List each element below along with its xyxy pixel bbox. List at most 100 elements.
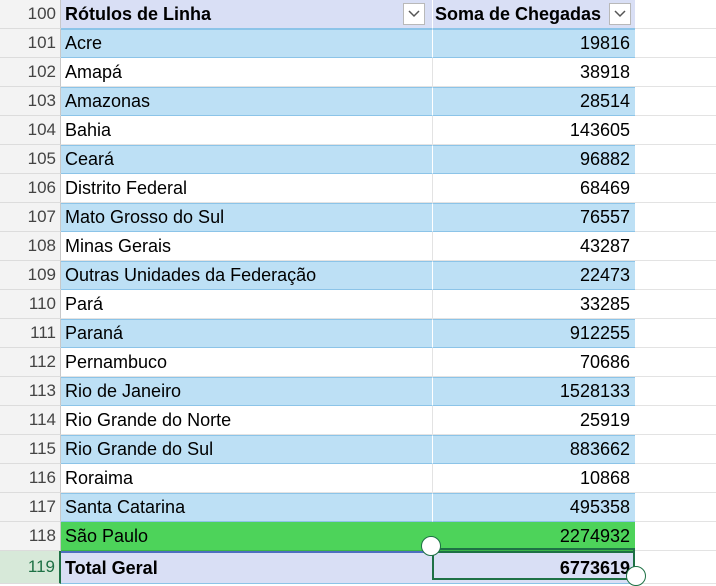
row-label-cell[interactable]: Outras Unidades da Federação — [61, 261, 433, 290]
value-cell[interactable]: 19816 — [433, 29, 635, 58]
value-cell[interactable]: 43287 — [433, 232, 635, 261]
grand-total-label-cell[interactable]: Total Geral — [61, 551, 433, 584]
empty-cell[interactable] — [635, 116, 716, 145]
row-number[interactable]: 114 — [0, 406, 61, 435]
table-row: 112 Pernambuco 70686 — [0, 348, 716, 377]
row-label-cell[interactable]: Distrito Federal — [61, 174, 433, 203]
sum-header-label: Soma de Chegadas — [434, 3, 601, 24]
sum-header-cell[interactable]: Soma de Chegadas — [433, 0, 635, 29]
table-row: 114 Rio Grande do Norte 25919 — [0, 406, 716, 435]
empty-cell[interactable] — [635, 464, 716, 493]
value-cell[interactable]: 70686 — [433, 348, 635, 377]
row-number[interactable]: 108 — [0, 232, 61, 261]
empty-cell[interactable] — [635, 522, 716, 551]
row-number[interactable]: 116 — [0, 464, 61, 493]
row-label-cell[interactable]: Pernambuco — [61, 348, 433, 377]
table-row: 106 Distrito Federal 68469 — [0, 174, 716, 203]
row-number-header[interactable]: 100 — [0, 0, 61, 29]
row-number[interactable]: 104 — [0, 116, 61, 145]
row-label-cell[interactable]: Bahia — [61, 116, 433, 145]
row-label-cell[interactable]: Roraima — [61, 464, 433, 493]
value-cell[interactable]: 2274932 — [433, 522, 635, 551]
row-number[interactable]: 113 — [0, 377, 61, 406]
table-row: 115 Rio Grande do Sul 883662 — [0, 435, 716, 464]
row-number[interactable]: 110 — [0, 290, 61, 319]
table-row: 109 Outras Unidades da Federação 22473 — [0, 261, 716, 290]
row-label-cell[interactable]: Rio Grande do Norte — [61, 406, 433, 435]
row-label-cell[interactable]: São Paulo — [61, 522, 433, 551]
selection-handle-top-left[interactable] — [421, 536, 441, 556]
row-number[interactable]: 117 — [0, 493, 61, 522]
chevron-down-icon — [614, 10, 626, 18]
row-number[interactable]: 103 — [0, 87, 61, 116]
row-label-cell[interactable]: Mato Grosso do Sul — [61, 203, 433, 232]
row-number[interactable]: 105 — [0, 145, 61, 174]
empty-cell[interactable] — [635, 348, 716, 377]
value-cell[interactable]: 28514 — [433, 87, 635, 116]
table-row-highlighted: 118 São Paulo 2274932 — [0, 522, 716, 551]
empty-cell[interactable] — [635, 232, 716, 261]
row-labels-header-cell[interactable]: Rótulos de Linha — [61, 0, 433, 29]
row-number[interactable]: 102 — [0, 58, 61, 87]
empty-cell[interactable] — [635, 319, 716, 348]
row-number[interactable]: 112 — [0, 348, 61, 377]
row-label-cell[interactable]: Amapá — [61, 58, 433, 87]
row-number-selected[interactable]: 119 — [0, 551, 61, 584]
row-label-cell[interactable]: Santa Catarina — [61, 493, 433, 522]
empty-cell[interactable] — [635, 261, 716, 290]
value-cell[interactable]: 68469 — [433, 174, 635, 203]
value-cell[interactable]: 76557 — [433, 203, 635, 232]
sum-filter-button[interactable] — [609, 3, 631, 25]
empty-cell[interactable] — [635, 174, 716, 203]
row-label-cell[interactable]: Ceará — [61, 145, 433, 174]
row-label-cell[interactable]: Amazonas — [61, 87, 433, 116]
value-cell[interactable]: 912255 — [433, 319, 635, 348]
chevron-down-icon — [408, 10, 420, 18]
empty-cell[interactable] — [635, 58, 716, 87]
pivot-header-row: 100 Rótulos de Linha Soma de Chegadas — [0, 0, 716, 29]
row-label-cell[interactable]: Rio de Janeiro — [61, 377, 433, 406]
grand-total-value-cell[interactable]: 6773619 — [433, 551, 635, 584]
row-number[interactable]: 111 — [0, 319, 61, 348]
table-row: 105 Ceará 96882 — [0, 145, 716, 174]
empty-cell[interactable] — [635, 29, 716, 58]
empty-cell[interactable] — [635, 145, 716, 174]
empty-cell[interactable] — [635, 406, 716, 435]
row-number[interactable]: 107 — [0, 203, 61, 232]
empty-cell[interactable] — [635, 377, 716, 406]
empty-cell[interactable] — [635, 203, 716, 232]
row-label-cell[interactable]: Pará — [61, 290, 433, 319]
table-row: 116 Roraima 10868 — [0, 464, 716, 493]
value-cell[interactable]: 33285 — [433, 290, 635, 319]
row-number[interactable]: 109 — [0, 261, 61, 290]
selection-handle-bottom-right[interactable] — [626, 566, 646, 586]
value-cell[interactable]: 143605 — [433, 116, 635, 145]
value-cell[interactable]: 96882 — [433, 145, 635, 174]
row-label-cell[interactable]: Minas Gerais — [61, 232, 433, 261]
row-label-cell[interactable]: Rio Grande do Sul — [61, 435, 433, 464]
row-number[interactable]: 106 — [0, 174, 61, 203]
value-cell[interactable]: 25919 — [433, 406, 635, 435]
value-cell[interactable]: 1528133 — [433, 377, 635, 406]
empty-cell[interactable] — [635, 493, 716, 522]
row-labels-filter-button[interactable] — [403, 3, 425, 25]
row-label-cell[interactable]: Acre — [61, 29, 433, 58]
grand-total-row: 119 Total Geral 6773619 — [0, 551, 716, 584]
value-cell[interactable]: 495358 — [433, 493, 635, 522]
value-cell[interactable]: 22473 — [433, 261, 635, 290]
row-number[interactable]: 118 — [0, 522, 61, 551]
value-cell[interactable]: 38918 — [433, 58, 635, 87]
empty-cell[interactable] — [635, 290, 716, 319]
empty-cell[interactable] — [635, 87, 716, 116]
table-row: 107 Mato Grosso do Sul 76557 — [0, 203, 716, 232]
row-labels-header-label: Rótulos de Linha — [65, 3, 211, 24]
row-number[interactable]: 115 — [0, 435, 61, 464]
empty-cell[interactable] — [635, 551, 716, 584]
empty-cell[interactable] — [635, 435, 716, 464]
value-cell[interactable]: 10868 — [433, 464, 635, 493]
table-row: 110 Pará 33285 — [0, 290, 716, 319]
value-cell[interactable]: 883662 — [433, 435, 635, 464]
row-label-cell[interactable]: Paraná — [61, 319, 433, 348]
row-number[interactable]: 101 — [0, 29, 61, 58]
empty-cell[interactable] — [635, 0, 716, 29]
